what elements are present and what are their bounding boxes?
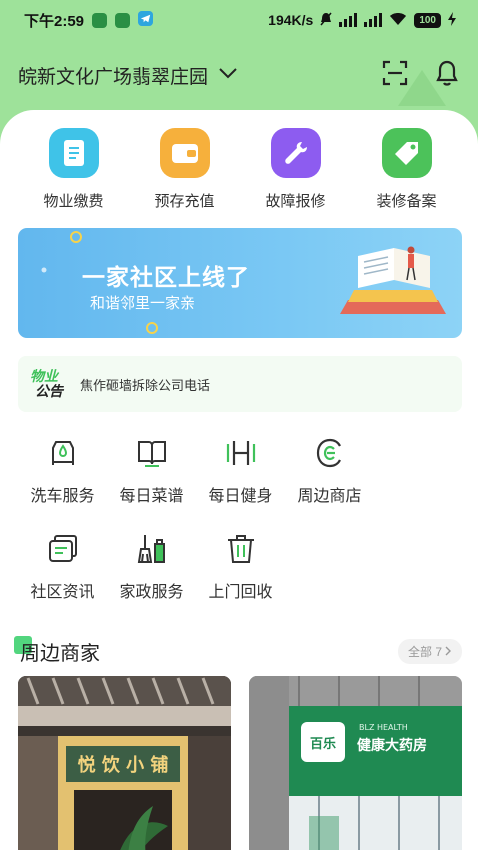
- service-car-wash[interactable]: 洗车服务: [18, 436, 107, 506]
- quick-action-repair[interactable]: 故障报修: [240, 128, 351, 211]
- announcement-logo-line1: 物业: [30, 368, 58, 384]
- wifi-icon: [389, 12, 407, 29]
- wrench-icon: [270, 128, 321, 178]
- quick-action-label: 预存充值: [154, 193, 215, 210]
- service-fitness[interactable]: 每日健身: [196, 436, 285, 506]
- quick-action-label: 物业缴费: [43, 193, 104, 210]
- svg-text:百乐: 百乐: [310, 736, 336, 752]
- service-label: 家政服务: [119, 584, 184, 601]
- header-decoration: [398, 70, 446, 106]
- service-news[interactable]: 社区资讯: [18, 532, 107, 602]
- news-icon: [48, 535, 77, 562]
- merchant-card-photo[interactable]: 百乐 BLZ HEALTH 健康大药房: [249, 676, 462, 850]
- service-label: 社区资讯: [30, 584, 95, 601]
- announcement-logo-line2: 公告: [35, 383, 63, 399]
- quick-action-property-fee[interactable]: 物业缴费: [18, 128, 129, 211]
- merchant-list: 悦 饮 小 铺 百乐 BLZ HEALTH 健康大药房: [18, 676, 462, 850]
- tag-icon: [381, 128, 432, 178]
- service-recipes[interactable]: 每日菜谱: [107, 436, 196, 506]
- chevron-down-icon[interactable]: [218, 66, 238, 84]
- storefront-image: 悦 饮 小 铺: [18, 676, 231, 850]
- status-bar: 下午2:59 194K/s 100: [0, 0, 478, 40]
- see-all-button[interactable]: 全部 7: [397, 638, 462, 664]
- banner-subtitle: 和谐邻里一家亲: [90, 295, 196, 312]
- service-housekeeping[interactable]: 家政服务: [107, 532, 196, 602]
- wallet-icon: [159, 128, 210, 178]
- see-all-label: 全部 7: [407, 644, 442, 659]
- merchant-card-photo[interactable]: 悦 饮 小 铺: [18, 676, 231, 850]
- app-notification-icon: [115, 12, 131, 28]
- svg-text:悦 饮 小 铺: 悦 饮 小 铺: [78, 754, 169, 776]
- service-label: 周边商店: [297, 488, 362, 505]
- mute-icon: [320, 12, 332, 29]
- banner-title: 一家社区上线了: [82, 264, 250, 290]
- net-speed: 194K/s: [268, 12, 314, 28]
- section-title: 周边商家: [20, 642, 100, 665]
- quick-action-label: 故障报修: [265, 193, 326, 210]
- service-label: 每日菜谱: [119, 488, 184, 505]
- service-label: 上门回收: [208, 584, 273, 601]
- charging-icon: [448, 11, 456, 29]
- shop-icon: [316, 438, 341, 468]
- main-card: 物业缴费 预存充值 故障报修 装修备案 一家社区上线了 和谐邻里一家亲 物业 公…: [0, 110, 478, 850]
- quick-action-label: 装修备案: [376, 193, 437, 210]
- service-label: 洗车服务: [30, 488, 95, 505]
- announcement-text: 焦作砸墙拆除公司电话: [80, 377, 211, 393]
- telegram-icon: [138, 10, 154, 30]
- announcement-logo: 物业 公告: [30, 369, 72, 399]
- recipe-book-icon: [137, 441, 166, 467]
- status-time: 下午2:59: [24, 12, 85, 30]
- service-grid: 洗车服务 每日菜谱 每日健身 周边商店 社区资讯 家政服务 上门回收: [18, 436, 462, 602]
- quick-actions: 物业缴费 预存充值 故障报修 装修备案: [0, 128, 478, 211]
- svg-text:健康大药房: 健康大药房: [357, 737, 427, 754]
- service-shops[interactable]: 周边商店: [285, 436, 374, 506]
- car-wash-icon: [51, 441, 74, 465]
- announcement-bar[interactable]: 物业 公告 焦作砸墙拆除公司电话: [18, 356, 462, 412]
- community-selector[interactable]: 皖新文化广场翡翠庄园: [18, 62, 208, 89]
- trash-icon: [227, 535, 254, 563]
- svg-text:BLZ HEALTH: BLZ HEALTH: [359, 723, 408, 732]
- quick-action-prepay[interactable]: 预存充值: [129, 128, 240, 211]
- bill-icon: [48, 128, 99, 178]
- service-recycling[interactable]: 上门回收: [196, 532, 285, 602]
- storefront-image: 百乐 BLZ HEALTH 健康大药房: [249, 676, 462, 850]
- quick-action-renovation[interactable]: 装修备案: [351, 128, 462, 211]
- chevron-right-icon: [445, 646, 451, 656]
- service-label: 每日健身: [208, 488, 273, 505]
- promo-banner[interactable]: 一家社区上线了 和谐邻里一家亲: [18, 228, 462, 338]
- dumbbell-icon: [226, 441, 255, 465]
- signal-icon: [364, 13, 383, 27]
- broom-icon: [137, 535, 165, 563]
- app-notification-icon: [92, 12, 108, 28]
- nearby-merchants-header: 周边商家 全部 7: [14, 636, 462, 666]
- battery-icon: 100: [414, 12, 441, 28]
- signal-icon: [339, 13, 358, 27]
